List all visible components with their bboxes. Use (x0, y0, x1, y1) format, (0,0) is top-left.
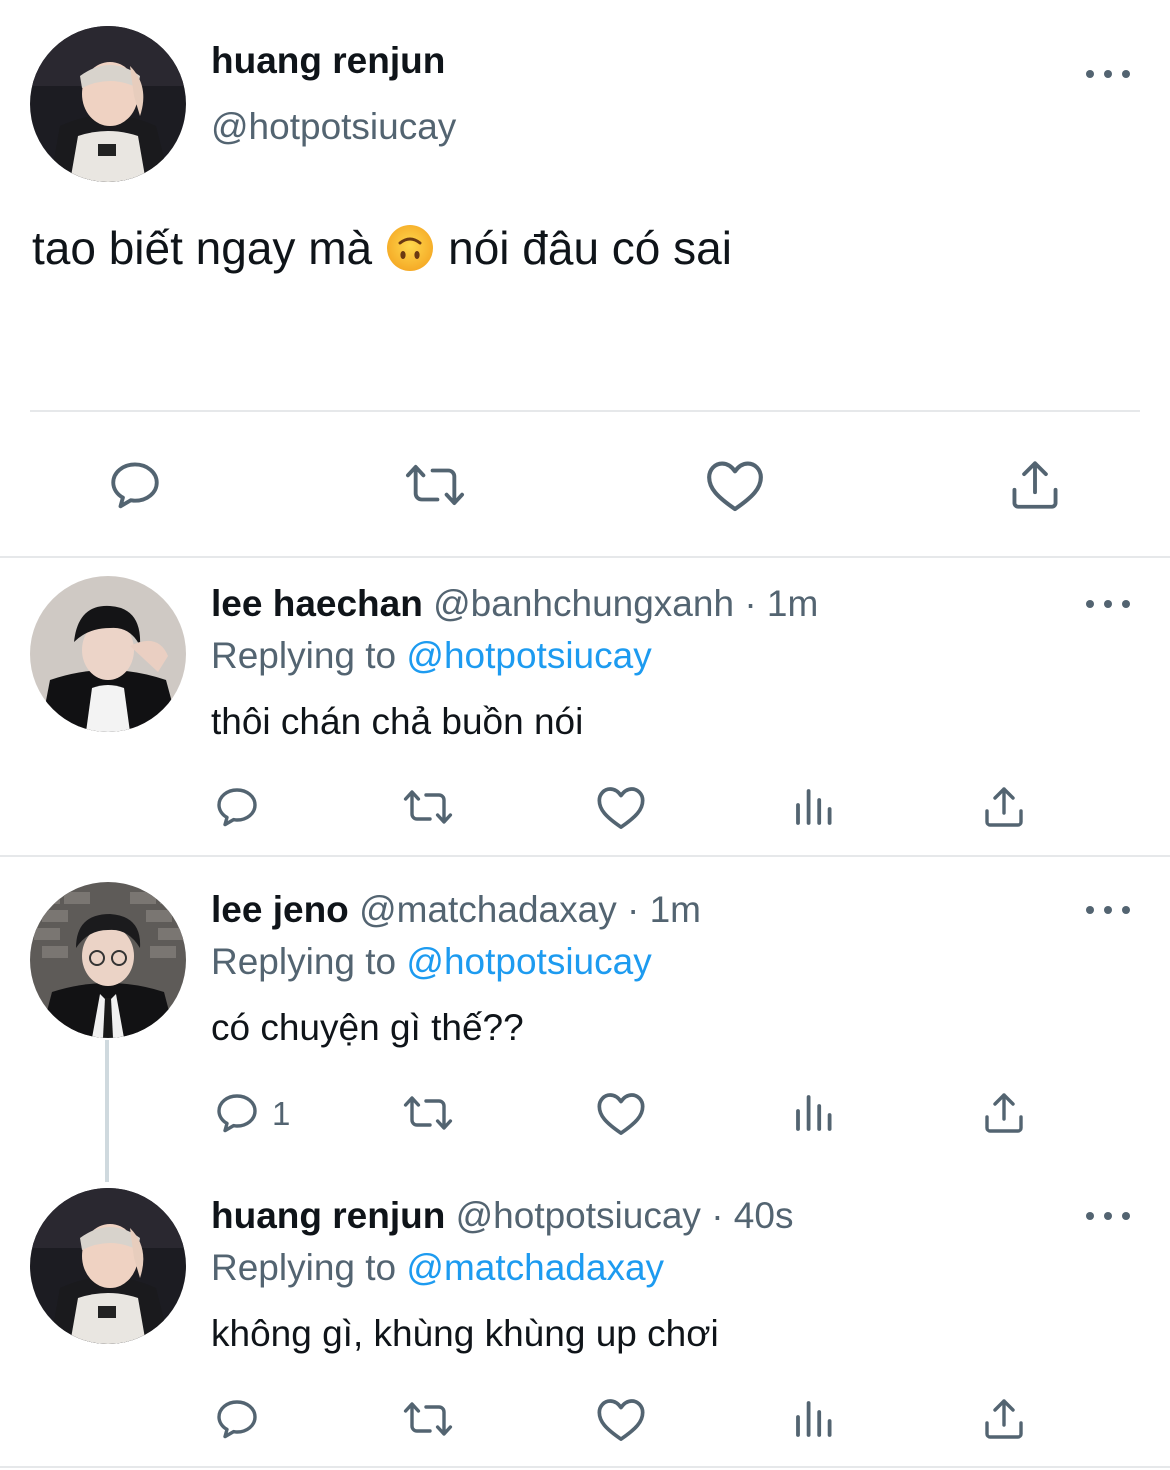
share-icon[interactable] (1006, 456, 1064, 514)
reply-2-reply-count: 1 (272, 1095, 291, 1132)
main-author-avatar[interactable] (30, 26, 186, 182)
main-tweet-text-part2: nói đâu có sai (448, 222, 732, 274)
reply-2-timestamp[interactable]: · 1m (627, 889, 701, 930)
reply-1-like-heart-icon[interactable] (595, 783, 647, 831)
main-author-handle[interactable]: @hotpotsiucay (211, 104, 456, 150)
reply-1-replying-to: Replying to @hotpotsiucay (211, 632, 652, 680)
reply-2-like-heart-icon[interactable] (595, 1089, 647, 1137)
main-author-name[interactable]: huang renjun (211, 38, 445, 84)
retweet-icon[interactable] (402, 456, 468, 514)
reply-1-timestamp[interactable]: · 1m (744, 583, 818, 624)
reply-1-more-menu-icon[interactable] (1086, 594, 1130, 614)
reply-2-retweet-icon[interactable] (400, 1089, 456, 1137)
bottom-divider (0, 1466, 1170, 1468)
reply-3-share-icon[interactable] (980, 1395, 1028, 1443)
reply-icon[interactable] (106, 456, 164, 514)
main-more-menu-icon[interactable] (1086, 64, 1130, 84)
reply-3-timestamp[interactable]: · 40s (711, 1195, 793, 1236)
reply-2-header: lee jeno @matchadaxay · 1m (211, 886, 701, 934)
reply-1-author-name[interactable]: lee haechan (211, 583, 423, 624)
reply-3-retweet-icon[interactable] (400, 1395, 456, 1443)
section-divider (0, 556, 1170, 558)
reply-3-reply-icon[interactable] (213, 1395, 261, 1443)
reply-1-share-icon[interactable] (980, 783, 1028, 831)
reply-2-analytics-icon[interactable] (790, 1089, 838, 1137)
reply-1-retweet-icon[interactable] (400, 783, 456, 831)
reply-1-header: lee haechan @banhchungxanh · 1m (211, 580, 818, 628)
reply-2-reply-icon[interactable] (213, 1089, 261, 1137)
reply-2-replying-label: Replying to (211, 941, 397, 982)
main-tweet-text: tao biết ngay mà nói đâu có sai (32, 218, 732, 278)
reply-1-analytics-icon[interactable] (790, 783, 838, 831)
reply-1-reply-icon[interactable] (213, 783, 261, 831)
upside-down-face-emoji-icon (386, 224, 434, 272)
reply-2-share-icon[interactable] (980, 1089, 1028, 1137)
reply-3-author-handle[interactable]: @hotpotsiucay (456, 1195, 701, 1236)
reply-1-mention-link[interactable]: @hotpotsiucay (406, 635, 651, 676)
reply-3-text: không gì, khùng khùng up chơi (211, 1313, 719, 1354)
reply-2-replying-to: Replying to @hotpotsiucay (211, 938, 652, 986)
reply-2-text: có chuyện gì thế?? (211, 1007, 524, 1048)
reply-3-mention-link[interactable]: @matchadaxay (406, 1247, 664, 1288)
reply-2-more-menu-icon[interactable] (1086, 900, 1130, 920)
reply-3-analytics-icon[interactable] (790, 1395, 838, 1443)
reply-3-author-name[interactable]: huang renjun (211, 1195, 445, 1236)
reply-2-avatar[interactable] (30, 882, 186, 1038)
reply-1-author-handle[interactable]: @banhchungxanh (433, 583, 734, 624)
reply-2-mention-link[interactable]: @hotpotsiucay (406, 941, 651, 982)
reply-3-replying-label: Replying to (211, 1247, 397, 1288)
reply-3-avatar[interactable] (30, 1188, 186, 1344)
like-heart-icon[interactable] (704, 456, 766, 514)
reply-3-replying-to: Replying to @matchadaxay (211, 1244, 664, 1292)
reply-3-like-heart-icon[interactable] (595, 1395, 647, 1443)
thread-connector-line (105, 1040, 109, 1182)
reply-1-replying-label: Replying to (211, 635, 397, 676)
reply-1-avatar[interactable] (30, 576, 186, 732)
main-tweet-text-part1: tao biết ngay mà (32, 222, 373, 274)
reply-1-text: thôi chán chả buồn nói (211, 701, 584, 742)
reply-3-header: huang renjun @hotpotsiucay · 40s (211, 1192, 793, 1240)
reply-2-author-name[interactable]: lee jeno (211, 889, 349, 930)
reply-3-more-menu-icon[interactable] (1086, 1206, 1130, 1226)
main-divider (30, 410, 1140, 412)
reply-2-author-handle[interactable]: @matchadaxay (359, 889, 617, 930)
reply-1-divider (0, 855, 1170, 857)
